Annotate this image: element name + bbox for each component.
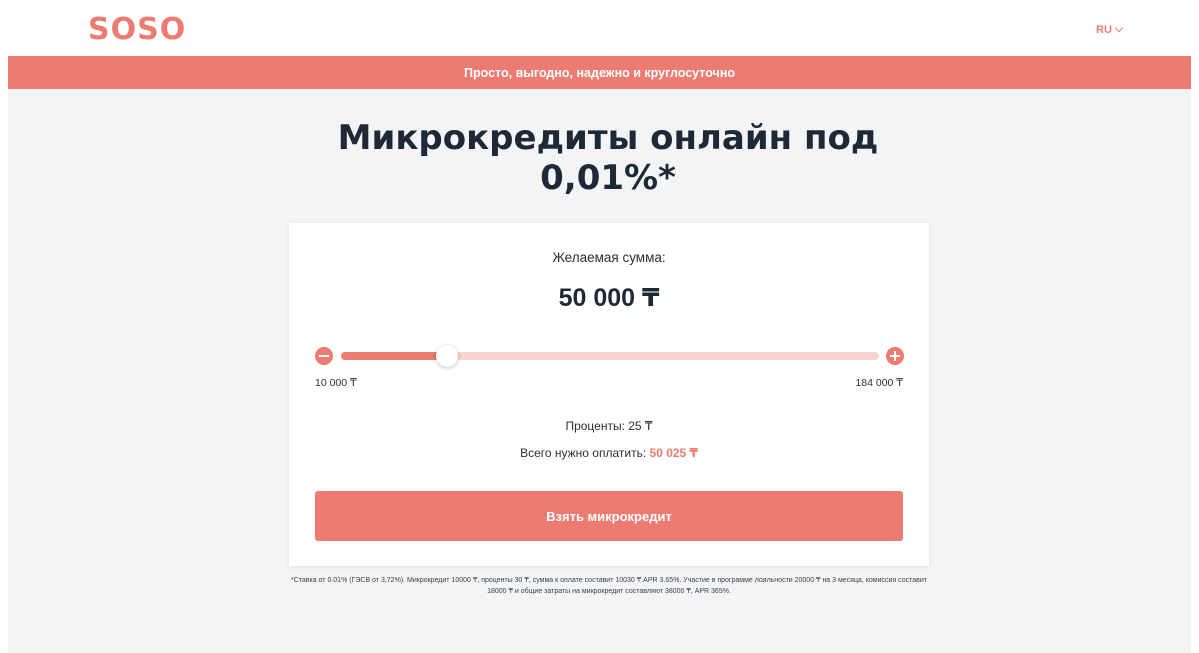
interest-text: Проценты: 25 ₸ [565, 419, 653, 433]
slider-max-label: 184 000 ₸ [855, 377, 903, 389]
amount-label: Желаемая сумма: [552, 250, 666, 265]
page-title: Микрокредиты онлайн под 0,01%* [337, 118, 879, 198]
plus-circle-icon[interactable] [886, 347, 904, 365]
slider-thumb[interactable] [435, 345, 458, 367]
chevron-down-icon [1114, 23, 1124, 33]
amount-slider[interactable] [315, 345, 906, 367]
minus-circle-icon[interactable] [315, 347, 333, 365]
language-label: RU [1096, 24, 1112, 36]
logo[interactable]: SOSO [88, 12, 186, 47]
amount-value: 50 000 ₸ [558, 284, 660, 312]
page: SOSO RU Просто, выгодно, надежно и кругл… [8, 0, 1191, 653]
slider-fill [341, 352, 439, 360]
total-label: Всего нужно оплатить: [520, 446, 647, 460]
banner-text: Просто, выгодно, надежно и круглосуточно [463, 65, 736, 80]
take-loan-button[interactable]: Взять микрокредит [315, 491, 903, 541]
slider-min-label: 10 000 ₸ [315, 377, 357, 389]
disclaimer-text: *Ставка от 0.01% (ГЭСВ от 3,72%). Микрок… [290, 577, 927, 595]
total-value: 50 025 ₸ [649, 446, 698, 460]
header: SOSO RU [8, 0, 1191, 56]
loan-calculator-card: Желаемая сумма: 50 000 ₸ 10 000 ₸ 184 00… [289, 223, 929, 566]
total-payment: Всего нужно оплатить: 50 025 ₸ [289, 446, 929, 460]
language-selector[interactable]: RU [1096, 23, 1124, 36]
promo-banner: Просто, выгодно, надежно и круглосуточно [8, 56, 1191, 89]
